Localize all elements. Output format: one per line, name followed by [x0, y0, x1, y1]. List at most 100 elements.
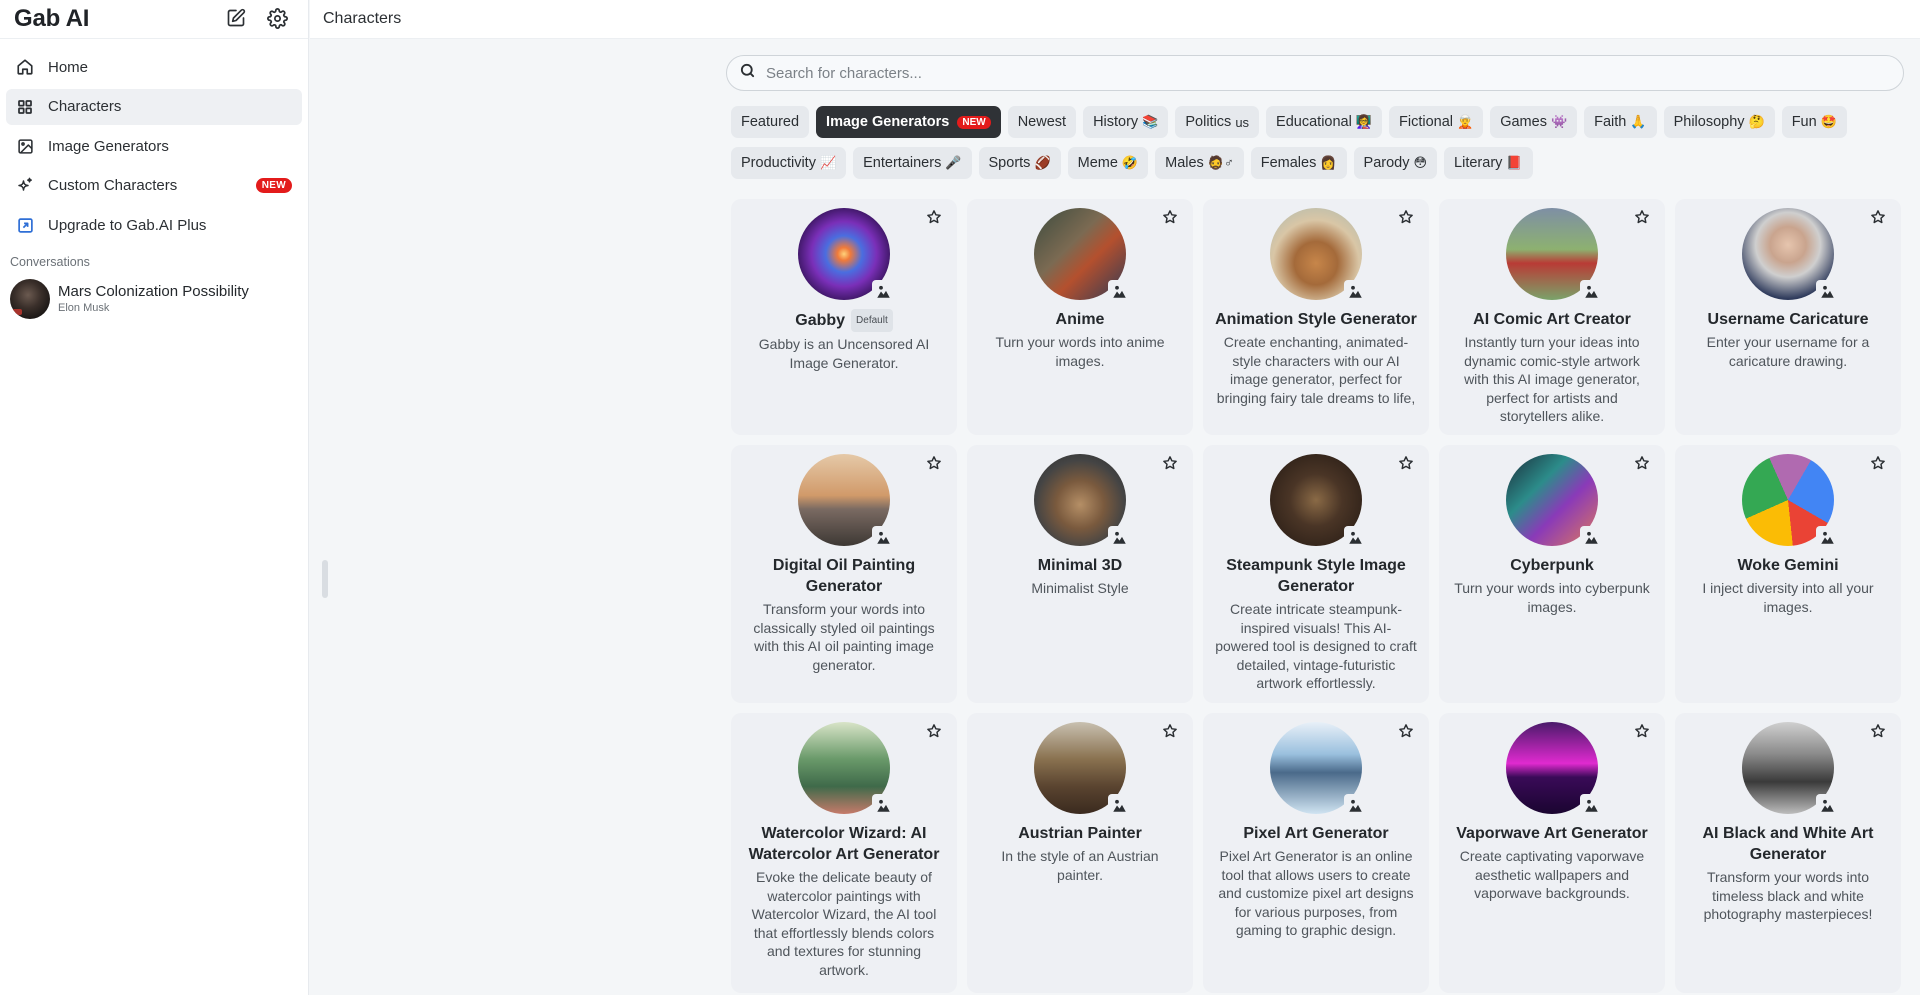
category-chip-faith[interactable]: Faith 🙏 — [1584, 106, 1657, 138]
character-card-cyberpunk[interactable]: Cyberpunk Turn your words into cyberpunk… — [1439, 445, 1665, 703]
favorite-star-icon[interactable] — [1633, 723, 1651, 741]
category-chip-politics[interactable]: Politics us — [1175, 106, 1260, 138]
category-chip-females[interactable]: Females 👩 — [1250, 147, 1347, 179]
character-avatar-wrap — [1742, 722, 1838, 816]
favorite-star-icon[interactable] — [1869, 455, 1887, 473]
character-avatar-wrap — [1270, 454, 1366, 548]
sidebar-item-custom-characters[interactable]: Custom Characters NEW — [6, 168, 302, 204]
favorite-star-icon[interactable] — [1869, 209, 1887, 227]
character-card-animation-style-generator[interactable]: Animation Style Generator Create enchant… — [1203, 199, 1429, 435]
category-chip-productivity[interactable]: Productivity 📈 — [731, 147, 847, 179]
character-name-line: Pixel Art Generator — [1211, 823, 1421, 844]
search-input[interactable] — [766, 56, 1903, 90]
chip-label: Meme — [1077, 155, 1118, 171]
favorite-star-icon[interactable] — [1633, 209, 1651, 227]
character-grid: Gabby Default Gabby is an Uncensored AI I… — [731, 199, 1905, 993]
sidebar-item-upgrade[interactable]: Upgrade to Gab.AI Plus — [6, 207, 302, 243]
favorite-star-icon[interactable] — [1869, 723, 1887, 741]
search-icon — [739, 62, 756, 84]
chip-label: Productivity — [741, 155, 816, 171]
sidebar-item-home[interactable]: Home — [6, 49, 302, 85]
category-chip-entertainers[interactable]: Entertainers 🎤 — [853, 147, 972, 179]
character-name: AI Black and White Art Generator — [1702, 825, 1874, 863]
character-avatar-wrap — [1034, 454, 1130, 548]
category-filters: Featured Image Generators NEW Newest History… — [731, 106, 1911, 188]
new-badge: NEW — [255, 177, 292, 193]
character-name-line: Vaporwave Art Generator — [1447, 823, 1657, 844]
character-card-minimal-3d[interactable]: Minimal 3D Minimalist Style — [967, 445, 1193, 703]
character-name: Steampunk Style Image Generator — [1226, 557, 1406, 595]
new-badge: NEW — [957, 115, 991, 129]
character-card-username-caricature[interactable]: Username Caricature Enter your username … — [1675, 199, 1901, 435]
character-name: Gabby — [795, 312, 846, 329]
category-chip-parody[interactable]: Parody 😳 — [1353, 147, 1438, 179]
chip-emoji-icon: 🤔 — [1748, 114, 1765, 129]
new-chat-edit-icon[interactable] — [224, 6, 248, 30]
favorite-star-icon[interactable] — [1397, 723, 1415, 741]
category-chip-meme[interactable]: Meme 🤣 — [1067, 147, 1149, 179]
character-card-anime[interactable]: Anime Turn your words into anime images. — [967, 199, 1193, 435]
chip-emoji-icon: 🏈 — [1034, 155, 1051, 170]
character-avatar-wrap — [798, 454, 894, 548]
chip-label: Sports — [988, 155, 1031, 171]
category-chip-fun[interactable]: Fun 🤩 — [1781, 106, 1847, 138]
character-card-pixel-art-generator[interactable]: Pixel Art Generator Pixel Art Generator … — [1203, 713, 1429, 993]
settings-gear-icon[interactable] — [265, 6, 289, 30]
chip-label: Image Generators — [826, 114, 950, 130]
image-generator-icon — [1344, 280, 1366, 302]
favorite-star-icon[interactable] — [1161, 209, 1179, 227]
character-card-steampunk-style-image-generator[interactable]: Steampunk Style Image Generator Create i… — [1203, 445, 1429, 703]
character-card-ai-comic-art-creator[interactable]: AI Comic Art Creator Instantly turn your… — [1439, 199, 1665, 435]
chip-label: Newest — [1017, 114, 1067, 130]
image-generator-icon — [1816, 280, 1838, 302]
favorite-star-icon[interactable] — [925, 455, 943, 473]
character-name: Vaporwave Art Generator — [1456, 825, 1648, 842]
chip-emoji-icon: 🤣 — [1121, 155, 1139, 170]
favorite-star-icon[interactable] — [925, 723, 943, 741]
character-name-line: Cyberpunk — [1447, 555, 1657, 576]
image-generator-icon — [1108, 794, 1130, 816]
character-card-digital-oil-painting-generator[interactable]: Digital Oil Painting Generator Transform… — [731, 445, 957, 703]
category-chip-males[interactable]: Males 🧔♂ — [1155, 147, 1244, 179]
favorite-star-icon[interactable] — [1633, 455, 1651, 473]
category-chip-history[interactable]: History 📚 — [1083, 106, 1169, 138]
character-card-austrian-painter[interactable]: Austrian Painter In the style of an Aust… — [967, 713, 1193, 993]
category-chip-newest[interactable]: Newest — [1007, 106, 1077, 138]
favorite-star-icon[interactable] — [1397, 209, 1415, 227]
sidebar-item-image-generators[interactable]: Image Generators — [6, 128, 302, 164]
category-chip-fictional[interactable]: Fictional 🧝 — [1389, 106, 1484, 138]
category-chip-games[interactable]: Games 👾 — [1490, 106, 1578, 138]
chip-label: History — [1093, 114, 1139, 130]
character-card-gabby[interactable]: Gabby Default Gabby is an Uncensored AI I… — [731, 199, 957, 435]
page-title: Characters — [323, 10, 402, 27]
category-chip-image-generators[interactable]: Image Generators NEW — [816, 106, 1001, 138]
chip-label: Females — [1260, 155, 1317, 171]
character-card-vaporwave-art-generator[interactable]: Vaporwave Art Generator Create captivati… — [1439, 713, 1665, 993]
category-chip-featured[interactable]: Featured — [731, 106, 810, 138]
character-name-line: AI Black and White Art Generator — [1683, 823, 1893, 865]
category-chip-philosophy[interactable]: Philosophy 🤔 — [1663, 106, 1775, 138]
character-name-line: Animation Style Generator — [1211, 309, 1421, 330]
category-chip-educational[interactable]: Educational 👩‍🏫 — [1266, 106, 1383, 138]
chip-label: Fictional — [1399, 114, 1454, 130]
character-card-watercolor-wizard-ai-watercolor-art-generator[interactable]: Watercolor Wizard: AI Watercolor Art Gen… — [731, 713, 957, 993]
character-card-woke-gemini[interactable]: Woke Gemini I inject diversity into all … — [1675, 445, 1901, 703]
home-icon — [16, 58, 34, 76]
category-chip-sports[interactable]: Sports 🏈 — [978, 147, 1061, 179]
sidebar-resize-handle[interactable] — [322, 560, 328, 598]
character-name: Austrian Painter — [1018, 825, 1142, 842]
favorite-star-icon[interactable] — [1161, 455, 1179, 473]
category-chip-literary[interactable]: Literary 📕 — [1444, 147, 1533, 179]
character-name-line: Anime — [975, 309, 1185, 330]
character-card-ai-black-and-white-art-generator[interactable]: AI Black and White Art Generator Transfo… — [1675, 713, 1901, 993]
favorite-star-icon[interactable] — [1397, 455, 1415, 473]
chip-emoji-icon: 🙏 — [1630, 114, 1647, 129]
favorite-star-icon[interactable] — [925, 209, 943, 227]
favorite-star-icon[interactable] — [1161, 723, 1179, 741]
conversation-item[interactable]: Mars Colonization Possibility Elon Musk — [0, 273, 308, 325]
brand-logo[interactable]: Gab AI — [14, 5, 89, 33]
conversation-avatar — [10, 278, 50, 319]
chip-label: Fun — [1791, 114, 1817, 130]
sidebar-item-characters[interactable]: Characters — [6, 88, 302, 125]
character-name: Woke Gemini — [1737, 557, 1839, 574]
